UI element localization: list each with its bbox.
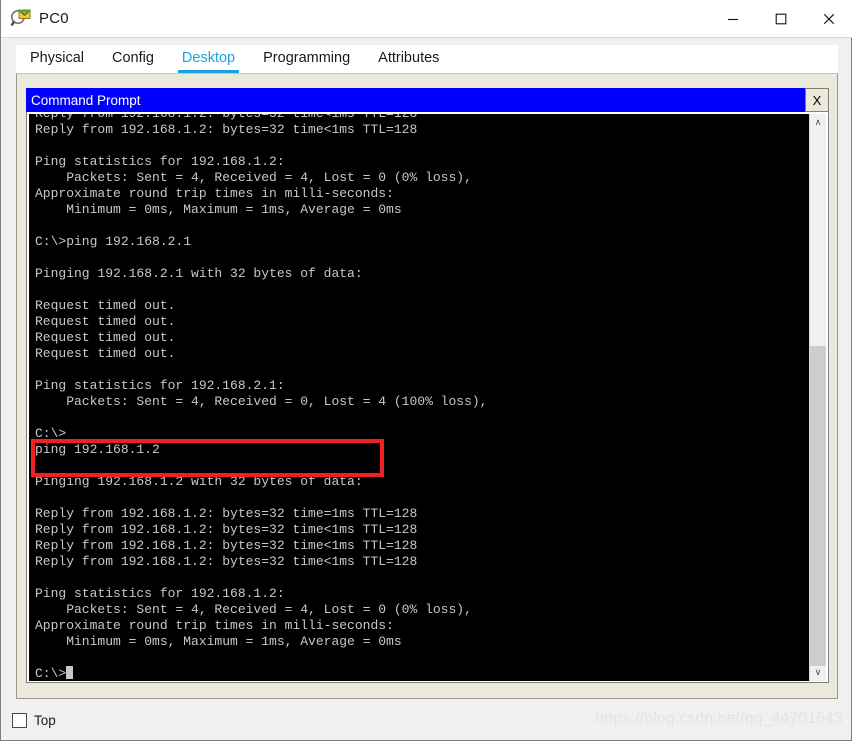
terminal-output[interactable]: Reply from 192.168.1.2: bytes=32 time<1m… (29, 114, 811, 681)
terminal-line: Pinging 192.168.1.2 with 32 bytes of dat… (35, 474, 363, 489)
terminal-line: Reply from 192.168.1.2: bytes=32 time<1m… (35, 554, 418, 569)
terminal-line: Packets: Sent = 4, Received = 4, Lost = … (35, 170, 472, 185)
terminal-line: Reply from 192.168.1.2: bytes=32 time<1m… (35, 522, 418, 537)
maximize-icon (775, 13, 787, 25)
maximize-button[interactable] (757, 0, 805, 38)
bottom-bar: Top https://blog.csdn.net/qq_44701643 (1, 700, 851, 740)
terminal-line: Reply from 192.168.1.2: bytes=32 time<1m… (35, 114, 811, 122)
terminal-line: ping 192.168.1.2 (35, 442, 160, 457)
terminal-line: Minimum = 0ms, Maximum = 1ms, Average = … (35, 202, 402, 217)
terminal-line: Approximate round trip times in milli-se… (35, 186, 394, 201)
scrollbar-thumb[interactable] (810, 346, 826, 666)
tab-attributes[interactable]: Attributes (364, 48, 453, 73)
terminal-line: Reply from 192.168.1.2: bytes=32 time=1m… (35, 506, 418, 521)
terminal-line: Ping statistics for 192.168.2.1: (35, 378, 285, 393)
device-tabbar: Physical Config Desktop Programming Attr… (16, 45, 838, 73)
terminal-cursor (66, 666, 74, 679)
close-icon (823, 13, 835, 25)
tab-desktop[interactable]: Desktop (168, 48, 249, 73)
terminal-line: Reply from 192.168.1.2: bytes=32 time<1m… (35, 538, 418, 553)
terminal-line: C:\> (35, 666, 811, 681)
pc0-device-window: PC0 Physical Config Desktop Programming … (0, 0, 852, 741)
command-prompt-titlebar: Command Prompt X (26, 88, 829, 112)
packet-tracer-device-icon (10, 8, 32, 30)
command-prompt-close-button[interactable]: X (805, 88, 829, 112)
terminal-line: C:\>ping 192.168.2.1 (35, 234, 192, 249)
tab-programming[interactable]: Programming (249, 48, 364, 73)
close-button[interactable] (805, 0, 852, 38)
scroll-up-icon[interactable]: ∧ (810, 114, 826, 131)
command-prompt-title: Command Prompt (31, 92, 141, 108)
terminal-line: C:\> (35, 426, 67, 441)
terminal-line: Request timed out. (35, 314, 176, 329)
minimize-icon (728, 18, 738, 21)
terminal-line: Ping statistics for 192.168.1.2: (35, 154, 285, 169)
window-title: PC0 (39, 10, 69, 27)
terminal-line: Packets: Sent = 4, Received = 0, Lost = … (35, 394, 488, 409)
terminal-scrollbar[interactable]: ∧ ∨ (809, 114, 826, 681)
top-checkbox[interactable] (12, 712, 27, 728)
terminal-line: Request timed out. (35, 346, 176, 361)
terminal-lines: Reply from 192.168.1.2: bytes=32 time<1m… (29, 114, 811, 681)
terminal-line: Request timed out. (35, 298, 176, 313)
terminal-line: Reply from 192.168.1.2: bytes=32 time<1m… (35, 122, 418, 137)
terminal-line: Minimum = 0ms, Maximum = 1ms, Average = … (35, 634, 402, 649)
top-checkbox-label: Top (34, 712, 56, 728)
tab-config[interactable]: Config (98, 48, 168, 73)
top-checkbox-group[interactable]: Top (12, 712, 56, 728)
window-titlebar: PC0 (1, 0, 852, 38)
tab-physical[interactable]: Physical (16, 48, 98, 73)
watermark-text: https://blog.csdn.net/qq_44701643 (595, 710, 843, 727)
terminal-line: Packets: Sent = 4, Received = 4, Lost = … (35, 602, 472, 617)
window-controls (709, 0, 852, 38)
terminal-line: Pinging 192.168.2.1 with 32 bytes of dat… (35, 266, 363, 281)
terminal-line: Ping statistics for 192.168.1.2: (35, 586, 285, 601)
command-prompt-body: Reply from 192.168.1.2: bytes=32 time<1m… (26, 112, 829, 683)
desktop-panel: Command Prompt X Reply from 192.168.1.2:… (16, 73, 838, 699)
scroll-down-icon[interactable]: ∨ (810, 664, 826, 681)
terminal-line: Request timed out. (35, 330, 176, 345)
command-prompt-window: Command Prompt X Reply from 192.168.1.2:… (26, 88, 829, 683)
minimize-button[interactable] (709, 0, 757, 38)
terminal-line: Approximate round trip times in milli-se… (35, 618, 394, 633)
